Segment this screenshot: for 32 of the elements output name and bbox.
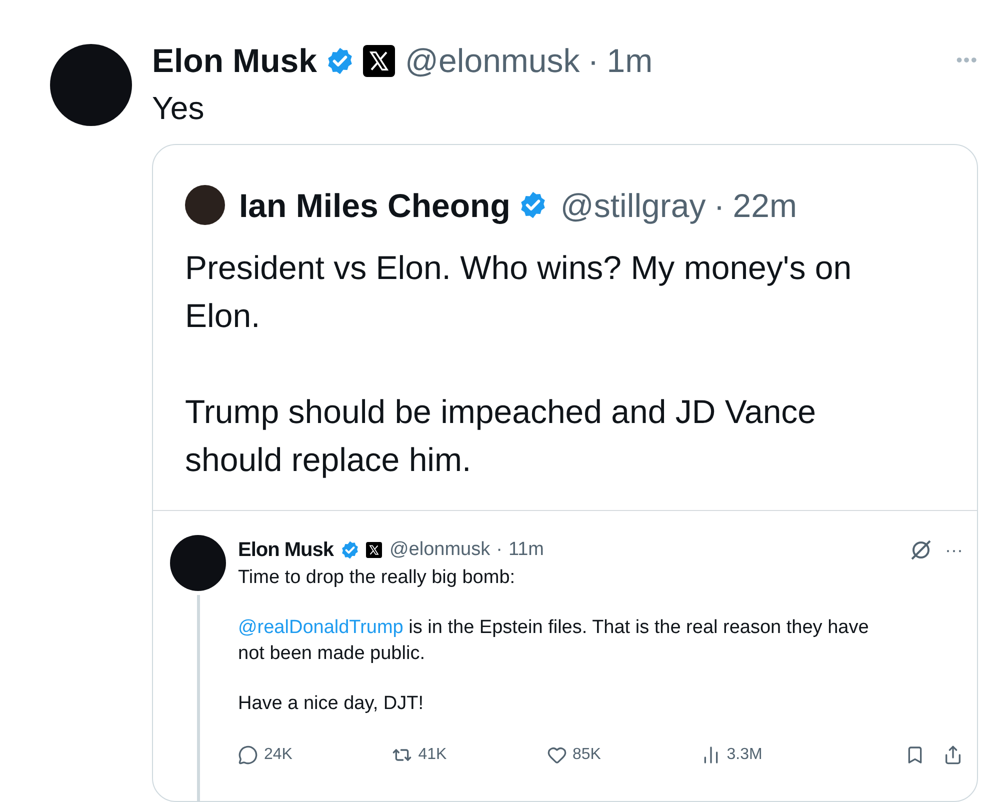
post-time[interactable]: 1m bbox=[606, 36, 653, 86]
more-options-label: ··· bbox=[945, 538, 963, 562]
quote-text: Trump should be impeached and JD Vance should replace him. bbox=[185, 392, 818, 480]
dot-separator: · bbox=[714, 186, 725, 226]
author-name: Elon Musk bbox=[238, 538, 334, 563]
quote-text: President vs Elon. Who wins? My money's on Elon. bbox=[185, 248, 853, 336]
action-count: 41K bbox=[418, 745, 447, 765]
x-logo-icon bbox=[366, 542, 382, 558]
post-text: Yes bbox=[152, 88, 206, 128]
author-handle[interactable]: @stillgray bbox=[560, 180, 706, 230]
avatar[interactable] bbox=[185, 185, 225, 226]
post-text: Have a nice day, DJT! bbox=[238, 692, 425, 716]
reply-icon bbox=[238, 745, 258, 765]
author-name[interactable]: Ian Miles Cheong bbox=[239, 180, 510, 230]
post-time: 11m bbox=[508, 538, 544, 562]
quote-card[interactable] bbox=[152, 144, 978, 802]
slashed-circle-icon bbox=[909, 538, 934, 562]
heart-icon bbox=[546, 745, 566, 765]
action-count: 24K bbox=[264, 745, 292, 765]
dot-separator: · bbox=[588, 41, 599, 81]
share-icon bbox=[943, 745, 963, 765]
post-time[interactable]: 22m bbox=[732, 180, 797, 230]
post-text: Time to drop the really big bomb: bbox=[238, 566, 516, 590]
action-count: 3.3M bbox=[726, 745, 762, 765]
verified-badge-icon bbox=[340, 540, 360, 560]
x-logo-icon bbox=[363, 44, 396, 77]
author-handle: @elonmusk bbox=[390, 538, 490, 562]
post-text: @realDonaldTrump is in the Epstein files. That is the real reason they have not been made public. bbox=[238, 616, 870, 666]
dot-separator: · bbox=[496, 538, 502, 562]
action-count: 85K bbox=[572, 745, 601, 765]
author-handle[interactable]: @elonmusk bbox=[405, 36, 580, 86]
author-name[interactable]: Elon Musk bbox=[152, 36, 318, 86]
